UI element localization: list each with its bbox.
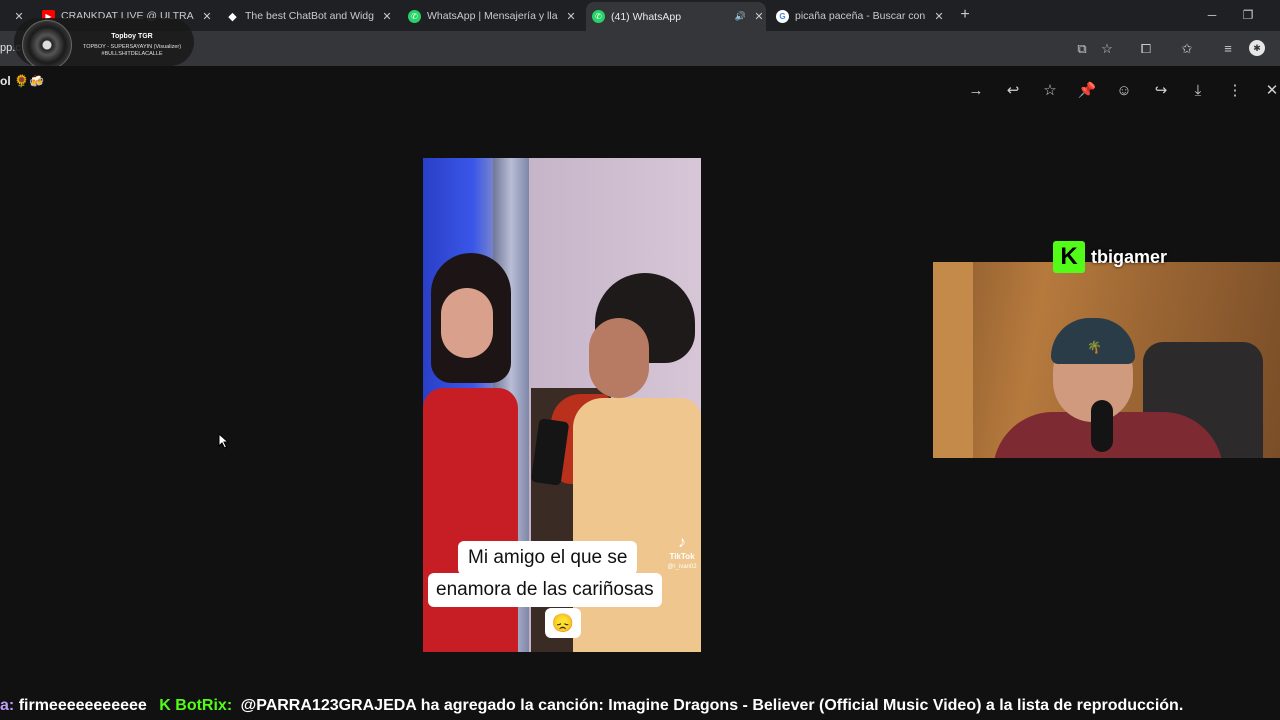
diamond-icon: ◆	[228, 10, 237, 23]
video-player[interactable]: ♪ TikTok @r_ivan02 Mi amigo el que se en…	[423, 158, 701, 652]
streamer-name-tag: K tbigamer	[1053, 241, 1167, 273]
close-icon[interactable]: ✕	[752, 10, 766, 23]
media-control-icon[interactable]: ≡	[1218, 39, 1238, 59]
video-subtitle-line2: enamora de las cariñosas	[428, 573, 662, 607]
video-subtitle-line1: Mi amigo el que se	[458, 541, 638, 575]
close-icon[interactable]: ✕	[380, 10, 394, 23]
close-icon[interactable]: ✕	[200, 10, 214, 23]
tiktok-user: @r_ivan02	[667, 564, 697, 570]
new-tab-button[interactable]: +	[956, 6, 974, 24]
kick-small-icon: K	[159, 697, 171, 714]
vinyl-disc-icon	[22, 20, 72, 70]
palm-tree-icon: 🌴	[1087, 340, 1102, 354]
tiktok-note-icon: ♪	[678, 534, 686, 551]
now-playing-track: TOPBOY - SUPERSAYAYIN (Visualizer)	[82, 44, 182, 50]
chat-bot-message: @PARRA123GRAJEDA ha agregado la canción:…	[240, 697, 1184, 714]
tab-google-search[interactable]: G picaña paceña - Buscar con Google ✕	[776, 3, 946, 29]
download-icon[interactable]: ⤓	[1187, 80, 1209, 102]
close-icon[interactable]: ✕	[12, 10, 24, 23]
cam-door-frame	[933, 262, 973, 458]
bookmarks-icon[interactable]: ✩	[1177, 39, 1197, 59]
now-playing-tag: #BULLSHITDELACALLE	[101, 51, 163, 57]
whatsapp-icon: ✆	[592, 10, 605, 23]
install-app-icon[interactable]: ⧉	[1072, 39, 1092, 59]
chat-ticker: a: firmeeeeeeeeeee K BotRix: @PARRA123GR…	[0, 694, 1280, 718]
tiktok-watermark: ♪ TikTok @r_ivan02	[663, 534, 701, 572]
now-playing-title: Topboy TGR	[111, 33, 153, 40]
tab-whatsapp-active[interactable]: ✆ (41) WhatsApp 🔊 ✕	[586, 2, 766, 31]
pin-icon[interactable]: 📌	[1076, 80, 1098, 102]
arrow-right-icon[interactable]: →	[965, 80, 987, 102]
close-icon[interactable]: ✕	[932, 10, 946, 23]
video-woman-body	[423, 388, 518, 652]
mouse-cursor-icon	[218, 433, 230, 449]
video-woman-face	[441, 288, 493, 358]
tab-title: (41) WhatsApp	[611, 10, 682, 23]
tab-title: picaña paceña - Buscar con Google	[795, 10, 926, 22]
forward-icon[interactable]: ↪	[1150, 80, 1172, 102]
reply-icon[interactable]: ↩	[1002, 80, 1024, 102]
google-icon: G	[776, 9, 789, 23]
now-playing-subtitle: TOPBOY - SUPERSAYAYIN (Visualizer) #BULL…	[80, 44, 184, 58]
chat-message: firmeeeeeeeeeee	[18, 697, 147, 714]
whatsapp-icon: ✆	[408, 9, 421, 23]
video-subtitle-emoji: 😞	[545, 608, 581, 638]
streamer-webcam: 🌴	[933, 262, 1280, 458]
tab-chatbot[interactable]: ◆ The best ChatBot and Widgets for ✕	[226, 3, 394, 29]
emoji-icon[interactable]: ☺	[1113, 80, 1135, 102]
close-icon[interactable]: ✕	[564, 10, 578, 23]
restore-icon[interactable]: ❐	[1239, 6, 1257, 24]
speaker-icon[interactable]: 🔊	[735, 11, 746, 22]
chat-username: a:	[0, 697, 15, 714]
more-options-icon[interactable]: ⋮	[1224, 80, 1246, 102]
star-icon[interactable]: ☆	[1039, 80, 1061, 102]
media-caption: ol 🌻🍻	[0, 74, 44, 88]
bookmark-star-icon[interactable]: ☆	[1097, 39, 1117, 59]
video-man-body	[573, 398, 701, 652]
tiktok-label: TikTok	[669, 552, 695, 561]
minimize-icon[interactable]: ─	[1203, 6, 1221, 24]
profile-avatar[interactable]: ✱	[1249, 40, 1265, 56]
tab-strip: ✕ ▶ CRANKDAT LIVE @ ULTRA MUSIC ✕ ◆ The …	[0, 0, 1280, 31]
kick-logo-icon: K	[1053, 241, 1085, 273]
tab-whatsapp-web[interactable]: ✆ WhatsApp | Mensajería y llamadas ✕	[408, 3, 578, 29]
video-man-face	[589, 318, 649, 398]
chat-bot-name: BotRix:	[175, 697, 233, 714]
extensions-icon[interactable]: ⧠	[1136, 39, 1156, 59]
microphone-icon	[1091, 400, 1113, 452]
tab-title: The best ChatBot and Widgets for	[245, 10, 374, 22]
close-viewer-icon[interactable]: ✕	[1261, 80, 1280, 102]
tab-title: WhatsApp | Mensajería y llamadas	[427, 10, 558, 22]
streamer-name: tbigamer	[1091, 246, 1168, 267]
